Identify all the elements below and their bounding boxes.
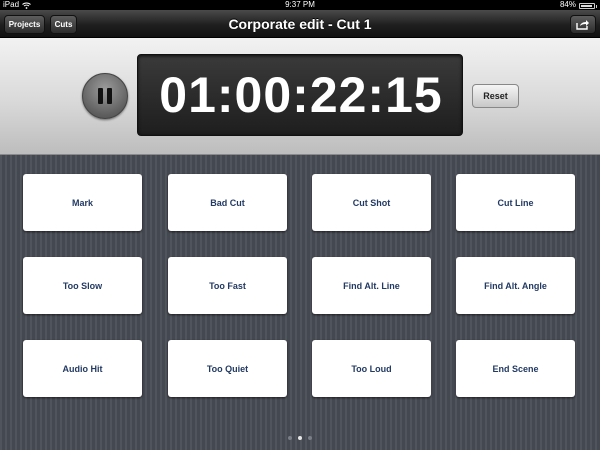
marker-grid: Mark Bad Cut Cut Shot Cut Line Too Slow … bbox=[0, 155, 600, 450]
marker-button-too-loud[interactable]: Too Loud bbox=[312, 340, 431, 397]
nav-bar: Projects Cuts Corporate edit - Cut 1 bbox=[0, 10, 600, 38]
marker-button-cut-line[interactable]: Cut Line bbox=[456, 174, 575, 231]
reset-button[interactable]: Reset bbox=[472, 84, 519, 108]
page-dot-3[interactable] bbox=[308, 436, 312, 440]
marker-button-too-quiet[interactable]: Too Quiet bbox=[168, 340, 287, 397]
status-time: 9:37 PM bbox=[285, 0, 315, 9]
marker-button-mark[interactable]: Mark bbox=[23, 174, 142, 231]
marker-button-find-alt-angle[interactable]: Find Alt. Angle bbox=[456, 257, 575, 314]
page-dot-2[interactable] bbox=[298, 436, 302, 440]
share-button[interactable] bbox=[570, 15, 596, 34]
pause-icon-bar bbox=[107, 88, 112, 104]
marker-button-cut-shot[interactable]: Cut Shot bbox=[312, 174, 431, 231]
marker-button-find-alt-line[interactable]: Find Alt. Line bbox=[312, 257, 431, 314]
page-indicator[interactable] bbox=[0, 436, 600, 440]
timecode-display: 01:00:22:15 bbox=[137, 54, 463, 136]
timecode-value: 01:00:22:15 bbox=[159, 67, 443, 123]
page-dot-1[interactable] bbox=[288, 436, 292, 440]
page-title: Corporate edit - Cut 1 bbox=[228, 16, 372, 32]
battery-icon bbox=[579, 3, 595, 9]
pause-button[interactable] bbox=[82, 73, 128, 119]
marker-button-too-fast[interactable]: Too Fast bbox=[168, 257, 287, 314]
marker-button-too-slow[interactable]: Too Slow bbox=[23, 257, 142, 314]
marker-button-bad-cut[interactable]: Bad Cut bbox=[168, 174, 287, 231]
share-icon bbox=[576, 20, 589, 30]
pause-icon bbox=[98, 88, 103, 104]
status-bar: iPad 9:37 PM 84% bbox=[0, 0, 600, 10]
battery-nub bbox=[596, 5, 597, 8]
status-right: 84% bbox=[560, 0, 597, 10]
timer-panel: 01:00:22:15 Reset bbox=[0, 38, 600, 155]
marker-button-end-scene[interactable]: End Scene bbox=[456, 340, 575, 397]
battery-percent: 84% bbox=[559, 0, 576, 9]
marker-button-audio-hit[interactable]: Audio Hit bbox=[23, 340, 142, 397]
